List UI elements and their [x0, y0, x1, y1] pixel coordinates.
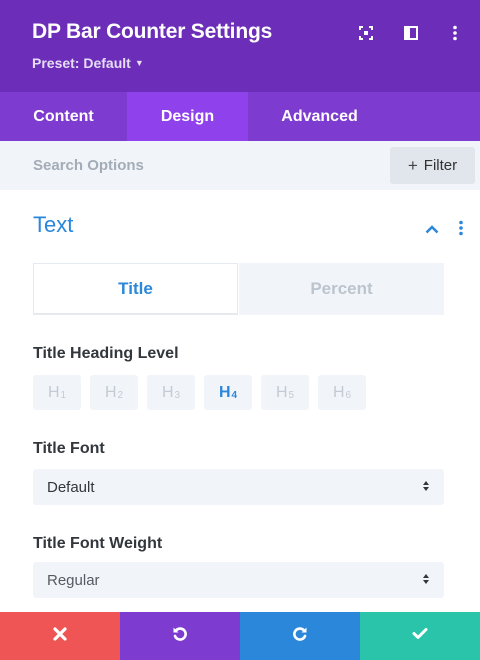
section-title[interactable]: Text	[33, 212, 73, 238]
text-subtabs: Title Percent	[33, 263, 444, 315]
heading-letter: H	[104, 383, 117, 401]
select-arrows-icon	[422, 572, 430, 590]
heading-number: 4	[231, 390, 238, 401]
title-font-select[interactable]: Default	[33, 469, 444, 505]
cancel-button[interactable]	[0, 612, 120, 660]
save-button[interactable]	[360, 612, 480, 660]
heading-number: 5	[288, 390, 295, 401]
heading-h4-button[interactable]: H4	[204, 375, 252, 410]
tab-content[interactable]: Content	[0, 92, 127, 141]
title-font-weight-select[interactable]: Regular	[33, 562, 444, 598]
heading-level-label: Title Heading Level	[33, 345, 179, 362]
title-font-label: Title Font	[33, 440, 105, 457]
search-bar: + Filter	[0, 141, 480, 190]
title-font-weight-value: Regular	[47, 571, 100, 589]
heading-letter: H	[275, 383, 288, 401]
split-view-icon[interactable]	[402, 24, 420, 42]
preset-selector[interactable]: Preset: Default ▼	[32, 55, 144, 71]
title-font-value: Default	[47, 478, 95, 496]
plus-icon: +	[407, 155, 418, 175]
heading-h3-button[interactable]: H3	[147, 375, 195, 410]
modal-footer	[0, 612, 480, 660]
heading-h1-button[interactable]: H1	[33, 375, 81, 410]
subtab-percent[interactable]: Percent	[239, 263, 444, 315]
heading-h2-button[interactable]: H2	[90, 375, 138, 410]
search-input[interactable]	[0, 141, 380, 190]
tab-advanced[interactable]: Advanced	[248, 92, 391, 141]
heading-number: 3	[174, 390, 181, 401]
settings-tabs: Content Design Advanced	[0, 92, 480, 141]
chevron-up-icon[interactable]	[425, 221, 439, 239]
heading-letter: H	[332, 383, 345, 401]
subtab-title[interactable]: Title	[33, 263, 238, 315]
heading-number: 6	[345, 390, 352, 401]
modal-header: DP Bar Counter Settings Preset: Default ▼	[0, 0, 480, 92]
modal-title: DP Bar Counter Settings	[32, 20, 273, 43]
more-options-icon[interactable]	[446, 24, 464, 42]
fullscreen-icon[interactable]	[357, 24, 375, 42]
redo-button[interactable]	[240, 612, 360, 660]
caret-down-icon: ▼	[134, 58, 144, 68]
heading-level-picker: H1 H2 H3 H4 H5 H6	[33, 375, 366, 410]
check-icon	[412, 627, 428, 645]
heading-h5-button[interactable]: H5	[261, 375, 309, 410]
heading-letter: H	[218, 383, 231, 401]
section-menu-icon[interactable]	[458, 220, 464, 241]
heading-number: 1	[60, 390, 67, 401]
undo-icon	[172, 626, 188, 647]
select-arrows-icon	[422, 479, 430, 497]
filter-label: Filter	[423, 157, 458, 174]
filter-button[interactable]: + Filter	[390, 147, 475, 184]
tab-design[interactable]: Design	[127, 92, 248, 141]
heading-letter: H	[47, 383, 60, 401]
redo-icon	[292, 626, 308, 647]
close-icon	[53, 626, 67, 646]
undo-button[interactable]	[120, 612, 240, 660]
heading-h6-button[interactable]: H6	[318, 375, 366, 410]
preset-label: Preset: Default	[32, 55, 131, 71]
heading-letter: H	[161, 383, 174, 401]
heading-number: 2	[117, 390, 124, 401]
title-font-weight-label: Title Font Weight	[33, 535, 163, 552]
